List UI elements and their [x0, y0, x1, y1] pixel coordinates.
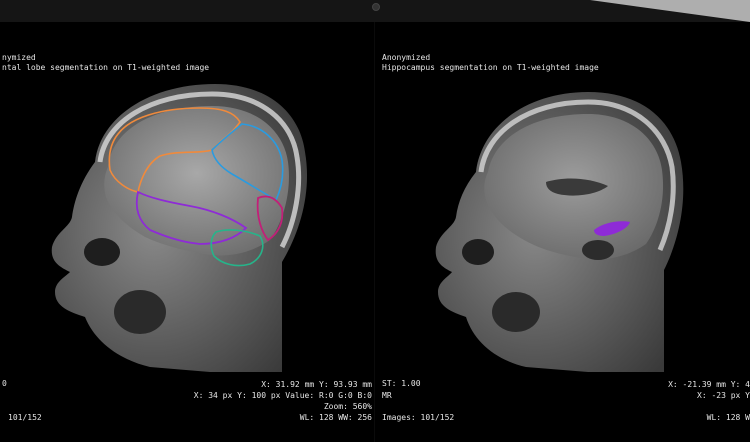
- right-image-index: Images: 101/152: [382, 413, 455, 422]
- left-coords-px: X: 34 px Y: 100 px Value: R:0 G:0 B:0: [193, 391, 372, 400]
- left-zoom: Zoom: 560%: [323, 402, 372, 411]
- viewer-divider: [374, 22, 375, 442]
- left-coords-mm: X: 31.92 mm Y: 93.93 mm: [261, 380, 372, 389]
- left-corner-label: 0: [2, 379, 7, 388]
- right-window-level: WL: 128 W: [706, 413, 750, 422]
- oral-region: [114, 290, 166, 334]
- left-description: ntal lobe segmentation on T1-weighted im…: [2, 63, 210, 72]
- sinus-region: [84, 238, 120, 266]
- right-description: Hippocampus segmentation on T1-weighted …: [382, 63, 599, 72]
- right-viewport[interactable]: Anonymized Hippocampus segmentation on T…: [376, 22, 750, 442]
- webcam-icon: [372, 3, 380, 11]
- left-viewport[interactable]: nymized ntal lobe segmentation on T1-wei…: [0, 22, 374, 442]
- right-modality: MR: [382, 391, 392, 400]
- bezel-reflection: [590, 0, 750, 22]
- sinus-region: [462, 239, 494, 265]
- left-image-index: 101/152: [8, 413, 42, 422]
- right-coords-px: X: -23 px Y: [697, 391, 750, 400]
- brainstem-shadow: [582, 240, 614, 260]
- right-slice-thickness: ST: 1.00: [382, 379, 421, 388]
- oral-region: [492, 292, 540, 332]
- left-window-level: WL: 128 WW: 256: [299, 413, 372, 422]
- right-coords-mm: X: -21.39 mm Y: 4: [668, 380, 750, 389]
